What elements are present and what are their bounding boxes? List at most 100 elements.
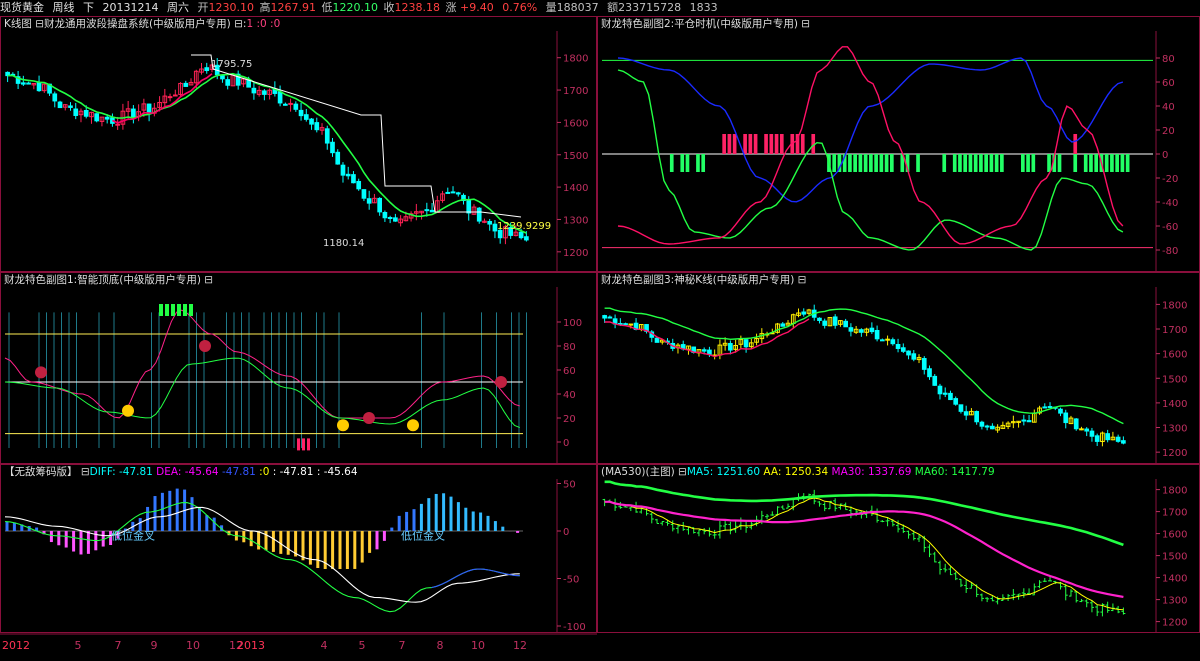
mystery-candle-body xyxy=(890,339,896,345)
y-tick-label: 1500 xyxy=(1162,374,1187,385)
green-bar xyxy=(1089,154,1093,172)
macd-chart[interactable]: 50 0 -50 -100 低位金叉 低位金叉 xyxy=(1,465,597,633)
time-axis[interactable]: 2012 5 7 9 10 12 2013 4 5 7 8 10 12 xyxy=(0,633,1200,658)
green-bar xyxy=(916,154,920,172)
y-tick-label: -50 xyxy=(563,575,579,586)
time-axis-label: 10 xyxy=(186,639,200,652)
mystery-candle-body xyxy=(707,349,712,355)
mystery-candle-body xyxy=(801,311,807,315)
sub2-chart[interactable]: 80 60 40 20 0 -20 -40 -60 -80 xyxy=(598,17,1200,272)
ma-chart[interactable]: 1800 1700 1600 1500 1400 1300 1200 xyxy=(598,465,1200,633)
kline-panel[interactable]: K线图 ⊟财龙通用波段操盘系统(中级版用户专用) ⊟:1 :0 :0 1800 1… xyxy=(0,16,597,272)
mystery-candle-body xyxy=(654,337,660,343)
kline-candle-body xyxy=(225,79,231,86)
mystery-candle-body xyxy=(1021,419,1027,422)
pink-bar xyxy=(748,134,753,154)
high-label: 1795.75 xyxy=(211,59,252,70)
top-marker xyxy=(183,304,187,316)
sub3-chart[interactable]: 1800 1700 1600 1500 1400 1300 1200 xyxy=(598,273,1200,464)
mystery-candle-body xyxy=(869,327,875,333)
y-tick-label: 1400 xyxy=(1162,399,1187,410)
y-tick-label: 1500 xyxy=(563,151,588,162)
y-tick-label: 1400 xyxy=(1162,574,1187,585)
buy-signal-smiley-icon xyxy=(407,419,419,432)
mystery-candle-body xyxy=(1042,406,1048,409)
kline-candle-body xyxy=(283,103,288,106)
mystery-candle-body xyxy=(958,404,964,412)
mystery-candle-body xyxy=(932,375,938,386)
diff-tail-line xyxy=(431,568,520,589)
green-bar xyxy=(994,154,999,172)
bottom-marker xyxy=(297,438,300,451)
sub1-panel[interactable]: 财龙特色副图1:智能顶底(中级版用户专用) ⊟ 100 80 60 40 20 0 xyxy=(0,272,597,464)
mystery-candle-body xyxy=(974,411,979,423)
green-bar xyxy=(1031,154,1036,172)
pink-bar xyxy=(743,134,747,154)
mystery-candle-body xyxy=(979,421,985,427)
sell-signal-dot xyxy=(495,376,507,388)
sub2-panel[interactable]: 财龙特色副图2:平仓时机(中级版用户专用) ⊟ 80 60 40 20 0 -20 -40-… xyxy=(597,16,1200,272)
green-bar xyxy=(879,154,884,172)
kline-candle-body xyxy=(330,141,335,154)
time-axis-label: 2013 xyxy=(237,639,265,652)
green-bar xyxy=(1120,154,1125,172)
close-value: 收1238.18 xyxy=(383,1,441,14)
kline-candle-body xyxy=(172,94,178,97)
mystery-candle-body xyxy=(1073,418,1079,430)
time-axis-label: 5 xyxy=(359,639,366,652)
golden-cross-label: 低位金叉 xyxy=(111,529,155,543)
kline-candle-body xyxy=(450,191,456,194)
kline-candle-body xyxy=(518,231,524,239)
green-bar xyxy=(1021,154,1025,172)
kline-candle-body xyxy=(204,67,210,72)
mystery-candle-body xyxy=(895,344,901,349)
y-tick-label: 1800 xyxy=(1162,300,1187,311)
kline-candle-body xyxy=(94,113,100,122)
green-bar xyxy=(685,154,690,172)
kline-candle-body xyxy=(57,101,63,109)
ma-panel[interactable]: (MA530)(主图) ⊟MA5: 1251.60 AA: 1250.34 MA… xyxy=(597,464,1200,633)
kline-candle-body xyxy=(382,212,388,219)
pink-bar xyxy=(753,134,758,154)
kline-candle-body xyxy=(104,116,110,120)
sell-signal-dot xyxy=(35,366,47,379)
green-bar xyxy=(874,154,878,172)
green-bar xyxy=(1094,154,1099,172)
pink-bar xyxy=(727,134,732,154)
mystery-candle-body xyxy=(906,350,911,356)
y-tick-label: 1300 xyxy=(1162,596,1187,607)
kline-chart[interactable]: 1800 1700 1600 1500 1400 1300 1200 1795.75 1180.… xyxy=(1,17,597,272)
pink-bar xyxy=(1073,134,1078,154)
buy-signal-smiley-icon xyxy=(337,419,349,432)
green-line xyxy=(4,357,520,429)
green-bar xyxy=(968,154,973,172)
sub1-chart[interactable]: 100 80 60 40 20 0 xyxy=(1,273,597,464)
kline-red-line xyxy=(112,73,213,124)
green-bar xyxy=(869,154,873,172)
kline-candle-body xyxy=(131,108,136,119)
mystery-candle-body xyxy=(623,323,628,326)
y-tick-label: 1800 xyxy=(563,54,588,65)
mystery-candle-body xyxy=(1089,430,1095,437)
sub3-panel[interactable]: 财龙特色副图3:神秘K线(中级版用户专用) ⊟ 1800 1700 1600 1500… xyxy=(597,272,1200,464)
kline-green-line xyxy=(7,72,527,234)
green-bar xyxy=(669,154,674,172)
mystery-candle-body xyxy=(990,425,995,430)
pink-bar xyxy=(779,134,784,154)
y-tick-label: 1200 xyxy=(1162,448,1187,459)
y-tick-label: 1300 xyxy=(563,215,588,226)
green-bar xyxy=(984,154,988,172)
period-label[interactable]: 周线 xyxy=(53,1,75,14)
y-tick-label: -60 xyxy=(1162,222,1178,233)
mystery-candle-body xyxy=(1094,435,1100,442)
kline-candle-body xyxy=(487,220,493,225)
direction-label: 下 xyxy=(83,1,94,14)
kline-candle-body xyxy=(220,75,225,80)
y-tick-label: 1700 xyxy=(563,86,588,97)
golden-cross-label: 低位金叉 xyxy=(401,529,445,543)
last-label: 1239.9299 xyxy=(497,221,551,232)
macd-panel[interactable]: 【无敌筹码版】 ⊟DIFF: -47.81 DEA: -45.64 -47.81… xyxy=(0,464,597,633)
kline-candle-body xyxy=(340,164,346,176)
top-marker xyxy=(165,304,169,316)
symbol-name[interactable]: 现货黄金 xyxy=(0,1,44,14)
